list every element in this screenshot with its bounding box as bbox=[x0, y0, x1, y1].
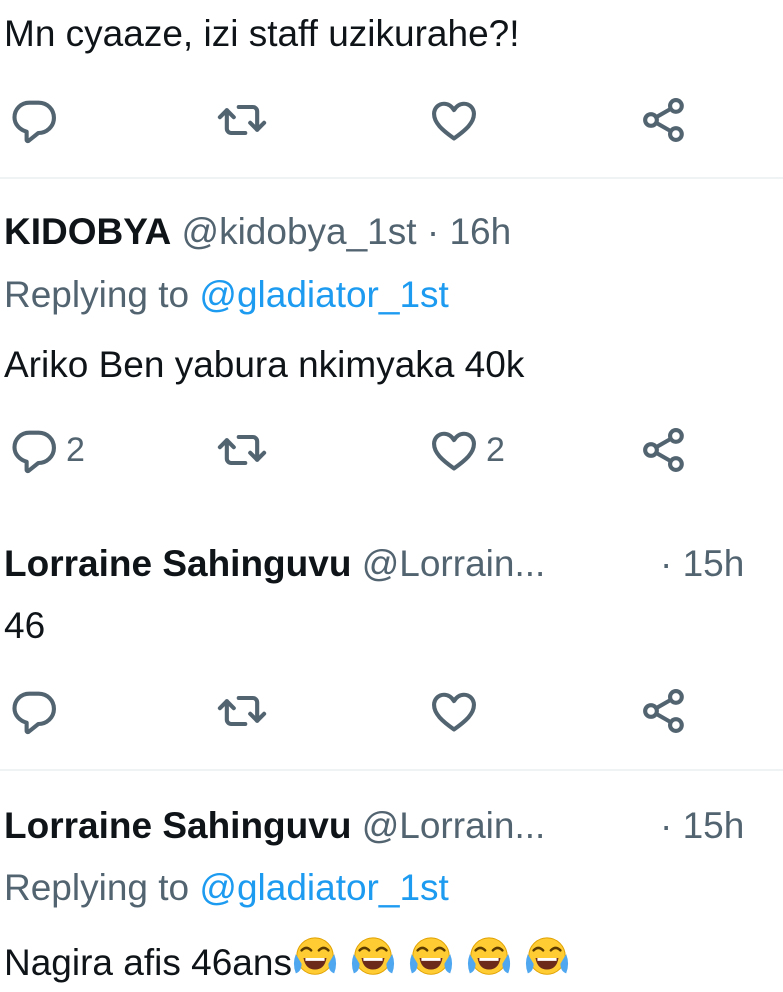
mention-link[interactable]: @gladiator_1st bbox=[199, 867, 448, 908]
tweet-time-group: · 15h bbox=[660, 542, 744, 586]
separator-dot: · bbox=[426, 211, 440, 252]
divider bbox=[0, 769, 783, 771]
reply-button[interactable] bbox=[8, 685, 66, 737]
tweet-time[interactable]: 15h bbox=[683, 805, 745, 846]
emoji-row bbox=[292, 942, 582, 983]
face-with-tears-of-joy-emoji bbox=[408, 935, 454, 981]
retweet-button[interactable] bbox=[216, 94, 268, 146]
heart-icon bbox=[428, 424, 480, 476]
replying-to-label: Replying to bbox=[4, 274, 190, 315]
retweet-button[interactable] bbox=[216, 685, 268, 737]
share-icon bbox=[638, 94, 690, 146]
reply-icon bbox=[8, 94, 60, 146]
reply-count: 2 bbox=[66, 430, 85, 469]
share-button[interactable] bbox=[638, 424, 690, 476]
tweet-header: Lorraine Sahinguvu @Lorrain... bbox=[4, 542, 545, 586]
tweet-time[interactable]: 16h bbox=[449, 211, 511, 252]
retweet-icon bbox=[216, 424, 268, 476]
face-with-tears-of-joy-emoji bbox=[524, 935, 570, 981]
like-button[interactable] bbox=[428, 685, 486, 737]
face-with-tears-of-joy-emoji bbox=[292, 935, 338, 981]
author-name[interactable]: Lorraine Sahinguvu bbox=[4, 805, 351, 846]
tweet-text-body: Nagira afis 46ans bbox=[4, 942, 292, 983]
separator-dot: · bbox=[660, 805, 673, 846]
separator-dot: · bbox=[660, 543, 673, 584]
like-button[interactable]: 2 bbox=[428, 424, 505, 476]
reply-button[interactable] bbox=[8, 94, 66, 146]
face-with-tears-of-joy-emoji bbox=[466, 935, 512, 981]
tweet-text: Nagira afis 46ans bbox=[4, 935, 582, 985]
like-count: 2 bbox=[486, 430, 505, 469]
like-button[interactable] bbox=[428, 94, 486, 146]
share-icon bbox=[638, 685, 690, 737]
retweet-icon bbox=[216, 685, 268, 737]
tweet-time-group: · 15h bbox=[660, 804, 744, 848]
tweet-text: 46 bbox=[4, 605, 46, 646]
tweet-header: KIDOBYA @kidobya_1st · 16h bbox=[4, 210, 511, 254]
reply-icon bbox=[8, 685, 60, 737]
tweet-text: Mn cyaaze, izi staff uzikurahe?! bbox=[4, 13, 520, 54]
mention-link[interactable]: @gladiator_1st bbox=[199, 274, 448, 315]
author-name[interactable]: Lorraine Sahinguvu bbox=[4, 543, 351, 584]
retweet-icon bbox=[216, 94, 268, 146]
divider bbox=[0, 177, 783, 179]
share-button[interactable] bbox=[638, 94, 690, 146]
author-handle[interactable]: @Lorrain... bbox=[362, 805, 546, 846]
reply-icon bbox=[8, 424, 60, 476]
replying-to: Replying to @gladiator_1st bbox=[4, 273, 449, 317]
tweet-text: Ariko Ben yabura nkimyaka 40k bbox=[4, 344, 525, 385]
reply-button[interactable]: 2 bbox=[8, 424, 85, 476]
heart-icon bbox=[428, 685, 480, 737]
replying-to: Replying to @gladiator_1st bbox=[4, 866, 449, 910]
share-icon bbox=[638, 424, 690, 476]
tweet-time[interactable]: 15h bbox=[683, 543, 745, 584]
retweet-button[interactable] bbox=[216, 424, 268, 476]
author-name[interactable]: KIDOBYA bbox=[4, 211, 171, 252]
share-button[interactable] bbox=[638, 685, 690, 737]
replying-to-label: Replying to bbox=[4, 867, 190, 908]
tweet-header: Lorraine Sahinguvu @Lorrain... bbox=[4, 804, 545, 848]
author-handle[interactable]: @Lorrain... bbox=[362, 543, 546, 584]
heart-icon bbox=[428, 94, 480, 146]
author-handle[interactable]: @kidobya_1st bbox=[182, 211, 417, 252]
face-with-tears-of-joy-emoji bbox=[350, 935, 396, 981]
